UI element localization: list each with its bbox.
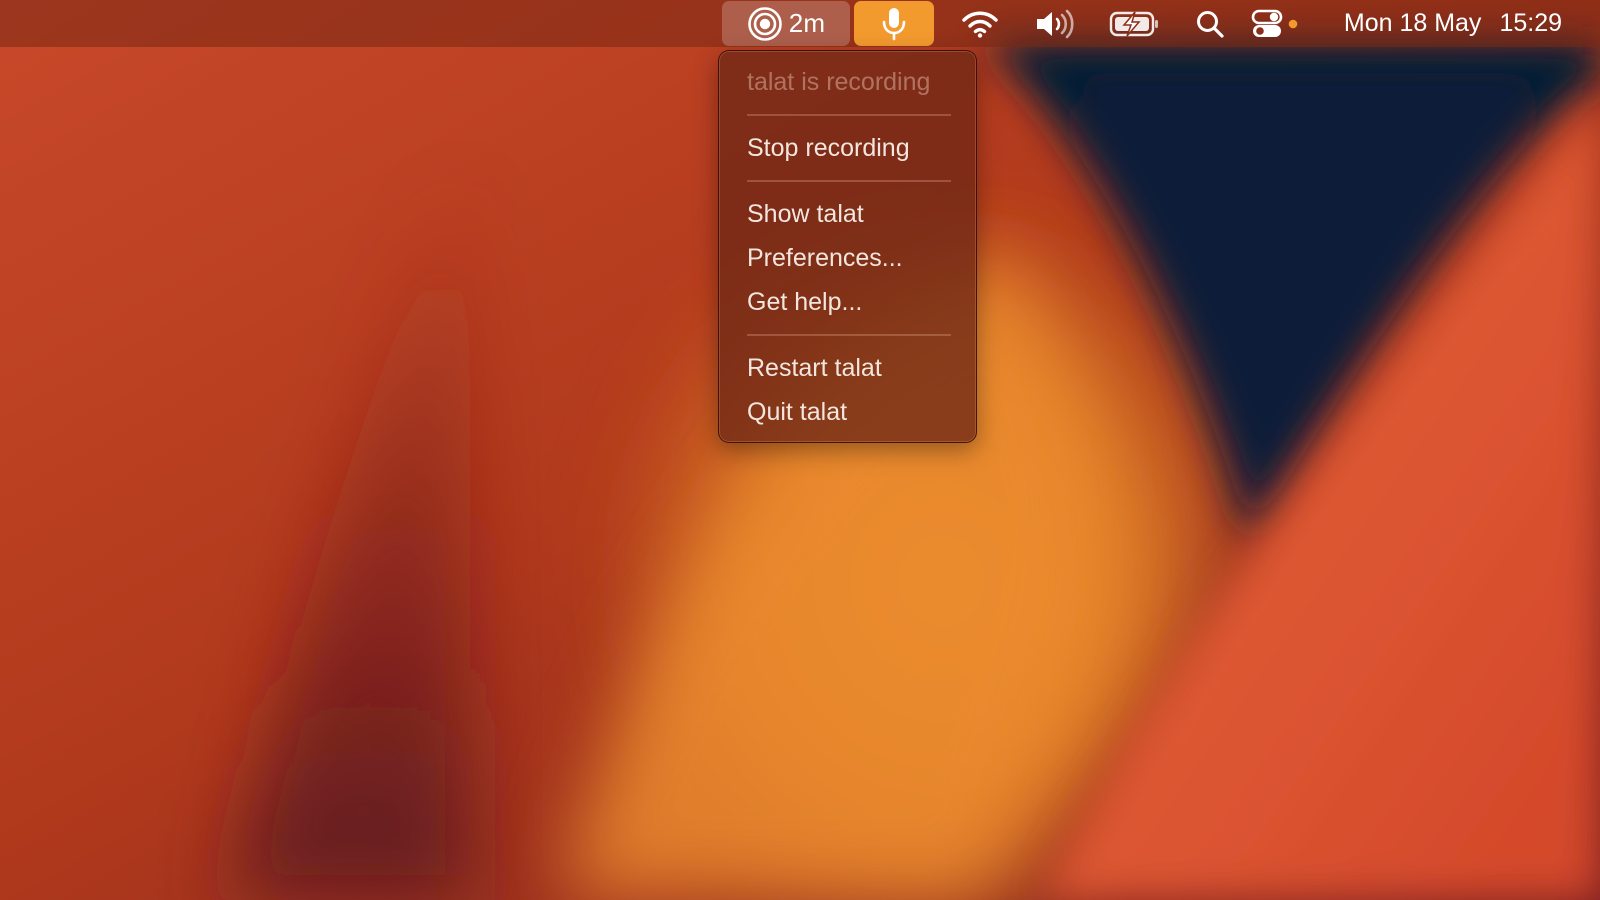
menu-bar: 2m Mon 18 May 15:29 — [0, 0, 1600, 47]
recording-dropdown-menu: talat is recording Stop recording Show t… — [718, 50, 977, 443]
recording-indicator[interactable]: 2m — [722, 1, 850, 46]
menu-separator — [747, 114, 951, 116]
menu-separator — [747, 334, 951, 336]
menu-header-recording-status: talat is recording — [747, 68, 931, 96]
clock-time: 15:29 — [1499, 9, 1562, 37]
mic-button[interactable] — [854, 1, 934, 46]
wifi-icon[interactable] — [960, 0, 1000, 47]
recording-duration: 2m — [788, 8, 826, 38]
search-icon[interactable] — [1192, 0, 1228, 47]
microphone-icon — [881, 6, 907, 42]
menubar-clock[interactable]: Mon 18 May 15:29 — [1344, 0, 1562, 47]
battery-charging-icon[interactable] — [1108, 0, 1162, 47]
menu-separator — [747, 180, 951, 182]
menu-item-restart-talat[interactable]: Restart talat — [747, 354, 882, 383]
control-center-icon[interactable] — [1250, 0, 1302, 47]
desktop: 2m Mon 18 May 15:29 talat is recording S… — [0, 0, 1600, 900]
volume-icon[interactable] — [1034, 0, 1078, 47]
record-target-icon — [747, 6, 783, 42]
menu-item-show-talat[interactable]: Show talat — [747, 200, 864, 229]
menu-item-get-help[interactable]: Get help... — [747, 288, 862, 317]
clock-date: Mon 18 May — [1343, 9, 1482, 37]
menu-item-quit-talat[interactable]: Quit talat — [747, 398, 847, 427]
menu-item-preferences[interactable]: Preferences... — [747, 244, 903, 273]
menu-item-stop-recording[interactable]: Stop recording — [747, 134, 910, 163]
